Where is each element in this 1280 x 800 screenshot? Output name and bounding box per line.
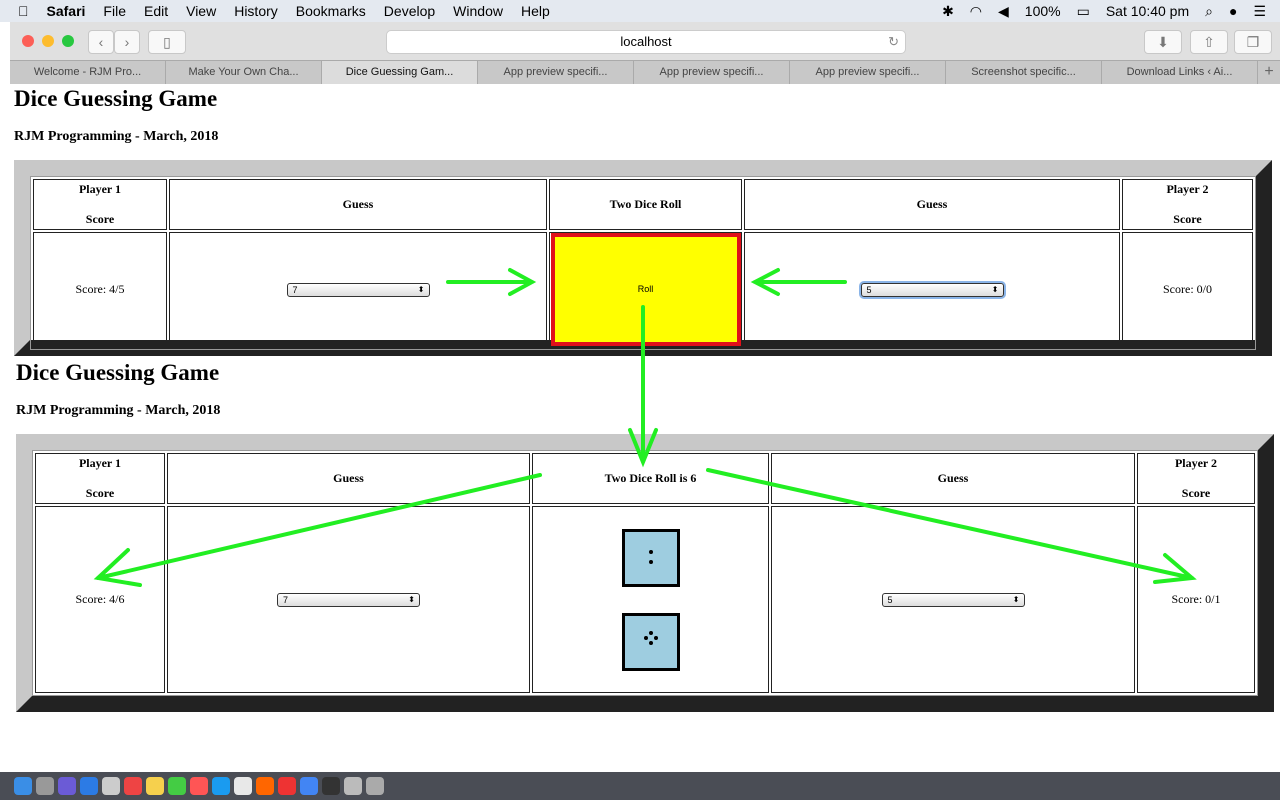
die-2 (621, 612, 680, 671)
roll-header: Two Dice Roll (549, 179, 742, 230)
forward-button[interactable]: › (114, 30, 140, 54)
app-icon[interactable] (234, 777, 252, 795)
battery-percent[interactable]: 100% (1025, 3, 1061, 19)
trash-icon[interactable] (366, 777, 384, 795)
guess-header: Guess (744, 179, 1120, 230)
roll-button[interactable]: Roll (550, 233, 741, 346)
die-1 (621, 528, 680, 587)
photos-icon[interactable] (190, 777, 208, 795)
back-button[interactable]: ‹ (88, 30, 114, 54)
browser-toolbar: ‹ › ▯ localhost ↻ ⬇ ⇧ ❐ Welcome - RJM Pro… (10, 22, 1280, 84)
menu-app[interactable]: Safari (47, 3, 86, 19)
battery-icon[interactable]: ▭ (1077, 3, 1090, 20)
page-title: Dice Guessing Game (16, 360, 220, 385)
calendar-icon[interactable] (124, 777, 142, 795)
player2-header: Player 2 Score (1122, 179, 1253, 230)
bluetooth-icon[interactable]: ✱ (942, 3, 954, 20)
select-chevron-icon: ⬍ (417, 285, 425, 294)
game-table: Player 1 Score Guess Two Dice Roll Guess … (30, 176, 1256, 350)
guess-header: Guess (771, 453, 1135, 504)
menu-bookmarks[interactable]: Bookmarks (296, 3, 366, 19)
share-icon[interactable]: ⇧ (1190, 30, 1228, 54)
player2-score: Score: 0/0 (1122, 232, 1253, 347)
player1-header: Player 1 Score (33, 179, 167, 230)
address-bar[interactable]: localhost ↻ (386, 30, 906, 54)
tab[interactable]: App preview specifi... (634, 61, 790, 84)
menu-edit[interactable]: Edit (144, 3, 168, 19)
new-tab-button[interactable]: + (1258, 61, 1280, 84)
page-subtitle: RJM Programming - March, 2018 (14, 129, 219, 144)
tab[interactable]: Download Links ‹ Ai... (1102, 61, 1258, 84)
tab[interactable]: Welcome - RJM Pro... (10, 61, 166, 84)
zoom-window-button[interactable] (62, 35, 74, 47)
tab[interactable]: Screenshot specific... (946, 61, 1102, 84)
tab[interactable]: App preview specifi... (790, 61, 946, 84)
player2-header: Player 2 Score (1137, 453, 1255, 504)
menu-help[interactable]: Help (521, 3, 550, 19)
menu-window[interactable]: Window (453, 3, 503, 19)
player1-score: Score: 4/6 (35, 506, 165, 693)
notes-icon[interactable] (146, 777, 164, 795)
game-board-1: Player 1 Score Guess Two Dice Roll Guess … (14, 160, 1272, 356)
tab[interactable]: Make Your Own Cha... (166, 61, 322, 84)
page-title: Dice Guessing Game (14, 86, 218, 111)
reload-icon[interactable]: ↻ (888, 31, 899, 53)
select-chevron-icon: ⬍ (1012, 595, 1020, 604)
messages-icon[interactable] (168, 777, 186, 795)
downloads-icon[interactable]: ⬇ (1144, 30, 1182, 54)
filezilla-icon[interactable] (278, 777, 296, 795)
menu-view[interactable]: View (186, 3, 216, 19)
player2-guess-select[interactable]: 5 ⬍ (881, 593, 1025, 607)
app-store-icon[interactable] (212, 777, 230, 795)
guess-header: Guess (169, 179, 547, 230)
player1-guess-select[interactable]: 7 ⬍ (277, 593, 420, 607)
menu-history[interactable]: History (234, 3, 278, 19)
select-chevron-icon: ⬍ (408, 595, 415, 604)
siri-dock-icon[interactable] (58, 777, 76, 795)
app-icon[interactable] (344, 777, 362, 795)
dock (0, 772, 1280, 800)
roll-result-header: Two Dice Roll is 6 (532, 453, 769, 504)
page-subtitle: RJM Programming - March, 2018 (16, 403, 221, 418)
player1-header: Player 1 Score (35, 453, 165, 504)
mail-icon[interactable] (102, 777, 120, 795)
siri-icon[interactable]: ● (1229, 3, 1237, 19)
safari-icon[interactable] (80, 777, 98, 795)
chrome-icon[interactable] (300, 777, 318, 795)
url-text: localhost (620, 34, 672, 49)
guess-header: Guess (167, 453, 530, 504)
game-board-2: Player 1 Score Guess Two Dice Roll is 6 G… (16, 434, 1274, 712)
player2-guess-select[interactable]: 5 ⬍ (860, 283, 1004, 297)
terminal-icon[interactable] (322, 777, 340, 795)
game-table: Player 1 Score Guess Two Dice Roll is 6 G… (32, 450, 1258, 696)
tabs-overview-icon[interactable]: ❐ (1234, 30, 1272, 54)
tab-bar: Welcome - RJM Pro... Make Your Own Cha..… (10, 60, 1280, 84)
apple-icon[interactable]:  (18, 3, 29, 19)
close-window-button[interactable] (22, 35, 34, 47)
spotlight-icon[interactable]: ⌕ (1205, 3, 1213, 20)
tab-active[interactable]: Dice Guessing Gam... (322, 61, 478, 84)
menu-bar:  Safari File Edit View History Bookmark… (0, 0, 1280, 22)
menu-develop[interactable]: Develop (384, 3, 435, 19)
firefox-icon[interactable] (256, 777, 274, 795)
player1-guess-select[interactable]: 7 ⬍ (286, 283, 430, 297)
minimize-window-button[interactable] (42, 35, 54, 47)
finder-icon[interactable] (14, 777, 32, 795)
menu-file[interactable]: File (103, 3, 126, 19)
player1-score: Score: 4/5 (33, 232, 167, 347)
volume-icon[interactable]: ◀ (998, 3, 1009, 20)
wifi-icon[interactable]: ◠ (970, 3, 982, 20)
tab[interactable]: App preview specifi... (478, 61, 634, 84)
notification-center-icon[interactable]: ☰ (1253, 3, 1266, 20)
select-chevron-icon: ⬍ (991, 285, 999, 294)
launchpad-icon[interactable] (36, 777, 54, 795)
clock[interactable]: Sat 10:40 pm (1106, 3, 1189, 19)
sidebar-icon[interactable]: ▯ (148, 30, 186, 54)
player2-score: Score: 0/1 (1137, 506, 1255, 693)
